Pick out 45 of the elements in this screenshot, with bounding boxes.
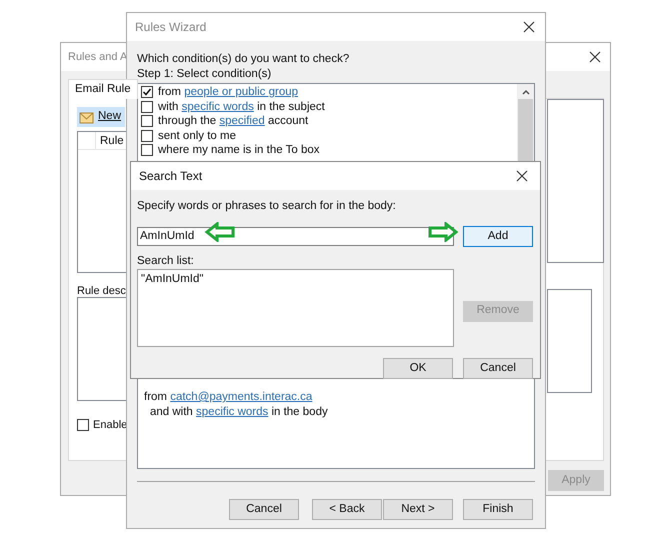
section-label: Rule desc: [77, 284, 126, 299]
link[interactable]: specific words: [182, 100, 254, 112]
wizard-button[interactable]: Finish: [463, 499, 533, 520]
search-input[interactable]: AmInUmId: [137, 226, 454, 246]
question-text: Which condition(s) do you want to check?: [137, 52, 350, 67]
checkbox[interactable]: [141, 86, 153, 98]
envelope-icon: [79, 110, 95, 124]
wizard-button[interactable]: Cancel: [229, 499, 299, 520]
link[interactable]: specific words: [196, 406, 268, 418]
condition-text: where my name is in the To box: [158, 143, 320, 158]
arrow-right-icon: [428, 222, 458, 242]
condition-text: through the specified account: [158, 114, 308, 128]
link[interactable]: specified: [219, 115, 265, 127]
close-icon[interactable]: [516, 170, 528, 182]
chevron-up-icon[interactable]: [522, 89, 530, 95]
close-icon[interactable]: [523, 21, 535, 33]
link[interactable]: people or public group: [184, 86, 298, 98]
close-icon[interactable]: [589, 51, 601, 63]
description-line: from catch@payments.interac.ca: [144, 390, 314, 404]
checkbox-label: Enable: [93, 418, 128, 433]
checkbox[interactable]: [141, 100, 153, 113]
prompt-text: Specify words or phrases to search for in the body:: [137, 199, 397, 213]
tab[interactable]: Email Rule: [68, 79, 138, 99]
window-title: Rules Wizard: [135, 19, 206, 36]
condition-text: with specific words in the subject: [158, 100, 325, 114]
add-button[interactable]: Add: [463, 226, 533, 248]
checkbox[interactable]: [141, 144, 153, 156]
checkbox[interactable]: [77, 419, 89, 432]
condition-text: from people or public group: [158, 85, 298, 100]
description-line: and with specific words in the body: [150, 404, 329, 419]
link[interactable]: catch@payments.interac.ca: [170, 391, 312, 403]
step-label: Step 1: Select condition(s): [137, 67, 272, 82]
new-rule-button[interactable]: New: [77, 107, 125, 127]
dialog-title: Search Text: [139, 168, 202, 185]
list-item[interactable]: "AmInUmId": [141, 272, 450, 286]
arrow-left-icon: [205, 222, 235, 242]
list-label: Search list:: [137, 254, 195, 268]
condition-text: sent only to me: [158, 128, 236, 143]
checkbox[interactable]: [141, 115, 153, 128]
wizard-button[interactable]: < Back: [312, 499, 382, 520]
wizard-button[interactable]: Next >: [383, 499, 453, 520]
column-header[interactable]: Rule: [96, 132, 124, 149]
checkbox[interactable]: [141, 130, 153, 142]
ok-button[interactable]: OK: [383, 358, 453, 380]
cancel-button[interactable]: Cancel: [463, 358, 533, 380]
